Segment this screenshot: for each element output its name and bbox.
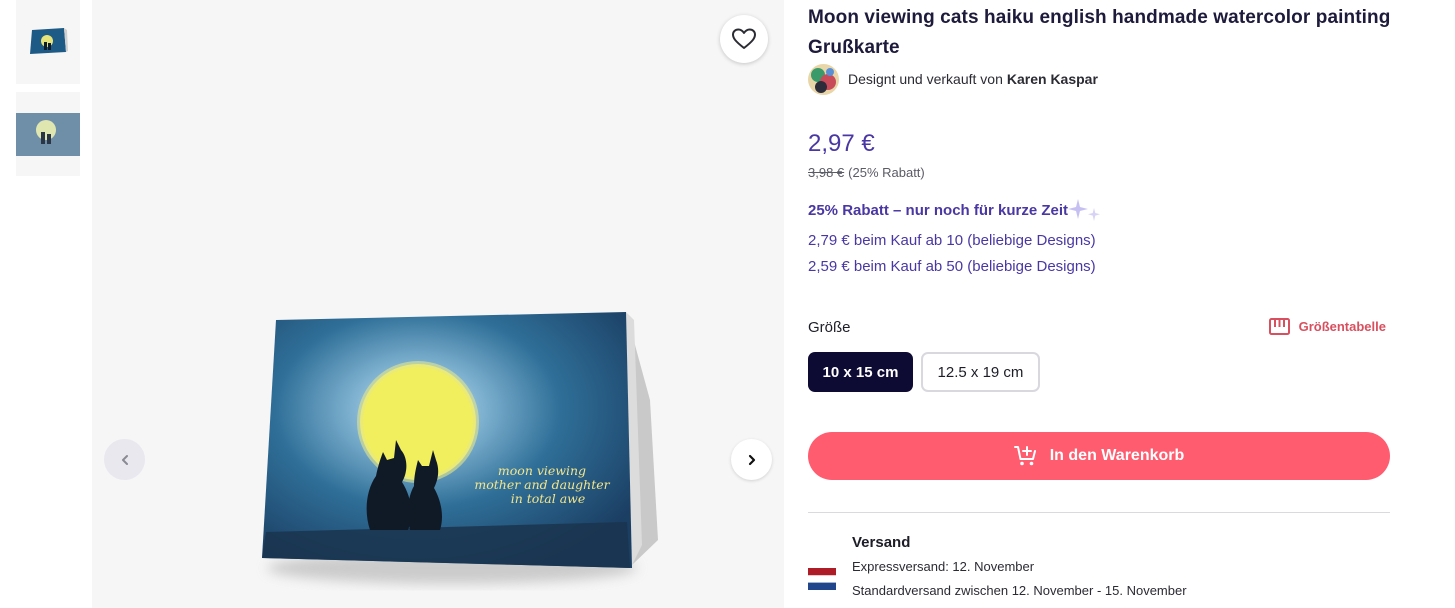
size-chart-label: Größentabelle — [1298, 319, 1386, 334]
divider — [808, 512, 1390, 513]
designer-link[interactable]: Karen Kaspar — [1007, 71, 1098, 87]
product-title: Moon viewing cats haiku english handmade… — [808, 7, 1391, 58]
previous-image-button[interactable] — [104, 439, 145, 480]
netherlands-flag-icon — [808, 568, 836, 590]
haiku-line-2: mother and daughter — [474, 477, 610, 492]
discount-note: (25% Rabatt) — [848, 165, 925, 180]
designer-row: Designt und verkauft von Karen Kaspar — [808, 63, 1098, 95]
next-image-button[interactable] — [731, 439, 772, 480]
chevron-right-icon — [748, 454, 755, 465]
product-image-viewer: moon viewing mother and daughter in tota… — [92, 0, 784, 608]
old-price: 3,98 € — [808, 165, 845, 180]
add-to-cart-label: In den Warenkorb — [1049, 447, 1185, 464]
greeting-card-image: moon viewing mother and daughter in tota… — [242, 300, 682, 605]
thumbnail-artwork[interactable] — [16, 92, 80, 176]
cart-plus-icon — [1013, 446, 1036, 466]
bulk-price-tier: 2,59 € beim Kauf ab 50 (beliebige Design… — [808, 258, 1096, 275]
haiku-line-1: moon viewing — [498, 463, 586, 478]
add-to-cart-button[interactable]: In den Warenkorb — [808, 432, 1390, 480]
ruler-icon — [1268, 318, 1290, 335]
old-price-row: 3,98 € (25% Rabatt) — [808, 165, 925, 180]
shipping-title: Versand — [852, 534, 911, 551]
size-chart-link[interactable]: Größentabelle — [1268, 318, 1386, 335]
size-label: Größe — [808, 319, 851, 336]
heart-icon — [732, 28, 756, 49]
sparkle-icon — [1068, 199, 1101, 221]
express-shipping: Expressversand: 12. November — [852, 559, 1035, 574]
favorite-button[interactable] — [720, 15, 768, 63]
promo-text: 25% Rabatt – nur noch für kurze Zeit — [808, 201, 1069, 219]
chevron-left-icon — [121, 454, 128, 465]
bulk-price-tier: 2,79 € beim Kauf ab 10 (beliebige Design… — [808, 232, 1096, 249]
current-price: 2,97 € — [808, 130, 875, 157]
size-option-12-5x19[interactable]: 12.5 x 19 cm — [921, 352, 1040, 392]
avatar[interactable] — [808, 63, 839, 95]
size-option-10x15[interactable]: 10 x 15 cm — [808, 352, 913, 392]
promo-banner: 25% Rabatt – nur noch für kurze Zeit — [808, 197, 1104, 223]
haiku-line-3: in total awe — [511, 491, 586, 506]
designer-prefix: Designt und verkauft von — [848, 71, 1003, 87]
thumbnail-card-front[interactable] — [16, 0, 80, 84]
standard-shipping: Standardversand zwischen 12. November - … — [852, 583, 1187, 598]
